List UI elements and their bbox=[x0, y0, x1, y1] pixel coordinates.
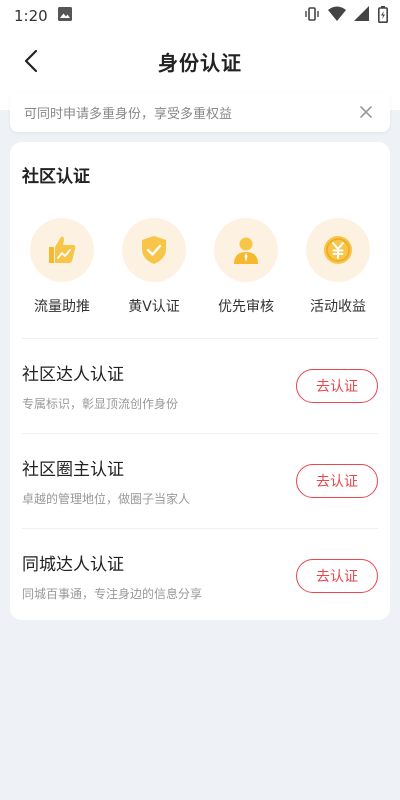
page-title: 身份认证 bbox=[158, 50, 242, 75]
wifi-icon bbox=[328, 6, 346, 26]
benefit-label: 黄V认证 bbox=[128, 299, 180, 315]
benefits-row: 流量助推 黄V认证 优先审核 活动收益 bbox=[10, 218, 390, 316]
go-certify-button[interactable]: 去认证 bbox=[296, 464, 378, 498]
chevron-left-icon bbox=[24, 49, 38, 73]
go-certify-button[interactable]: 去认证 bbox=[296, 559, 378, 593]
close-icon bbox=[360, 106, 372, 118]
battery-icon bbox=[378, 5, 388, 27]
back-button[interactable] bbox=[16, 46, 46, 76]
signal-icon bbox=[354, 6, 370, 26]
certification-row-local-expert: 同城达人认证 同城百事通，专注身边的信息分享 去认证 bbox=[22, 528, 378, 623]
certification-title: 社区圈主认证 bbox=[22, 460, 124, 480]
certification-list: 社区达人认证 专属标识，彰显顶流创作身份 去认证 社区圈主认证 卓越的管理地位，… bbox=[22, 338, 378, 623]
person-icon bbox=[234, 237, 258, 264]
status-time: 1:20 bbox=[14, 7, 48, 25]
certification-title: 同城达人认证 bbox=[22, 555, 124, 575]
certification-row-circle-owner: 社区圈主认证 卓越的管理地位，做圈子当家人 去认证 bbox=[22, 433, 378, 528]
shield-check-icon bbox=[142, 236, 166, 264]
gallery-notification-icon bbox=[57, 7, 72, 25]
benefit-activity-earnings: 活动收益 bbox=[297, 218, 379, 316]
benefit-label: 流量助推 bbox=[34, 299, 90, 315]
go-certify-button[interactable]: 去认证 bbox=[296, 369, 378, 403]
vibrate-icon bbox=[304, 6, 320, 26]
card-title: 社区认证 bbox=[22, 167, 90, 187]
notice-text: 可同时申请多重身份，享受多重权益 bbox=[24, 106, 233, 122]
benefit-label: 优先审核 bbox=[218, 299, 274, 315]
certification-desc: 卓越的管理地位，做圈子当家人 bbox=[22, 492, 191, 506]
thumbs-up-chart-icon bbox=[49, 236, 76, 263]
notice-banner: 可同时申请多重身份，享受多重权益 bbox=[10, 92, 390, 132]
nav-bar: 身份认证 bbox=[0, 32, 400, 90]
close-notice-button[interactable] bbox=[356, 102, 376, 122]
benefit-yellow-v: 黄V认证 bbox=[113, 218, 195, 316]
benefit-priority-review: 优先审核 bbox=[205, 218, 287, 316]
certification-title: 社区达人认证 bbox=[22, 365, 124, 385]
community-certification-card: 社区认证 流量助推 黄V认证 优先审核 活动收益 社区达人认证 专属标识，彰显顶… bbox=[10, 142, 390, 620]
yen-coin-icon bbox=[324, 236, 352, 264]
benefit-traffic-boost: 流量助推 bbox=[21, 218, 103, 316]
certification-desc: 同城百事通，专注身边的信息分享 bbox=[22, 587, 203, 601]
benefit-label: 活动收益 bbox=[310, 299, 366, 315]
certification-desc: 专属标识，彰显顶流创作身份 bbox=[22, 397, 179, 411]
status-bar: 1:20 bbox=[0, 0, 400, 32]
certification-row-community-expert: 社区达人认证 专属标识，彰显顶流创作身份 去认证 bbox=[22, 338, 378, 433]
